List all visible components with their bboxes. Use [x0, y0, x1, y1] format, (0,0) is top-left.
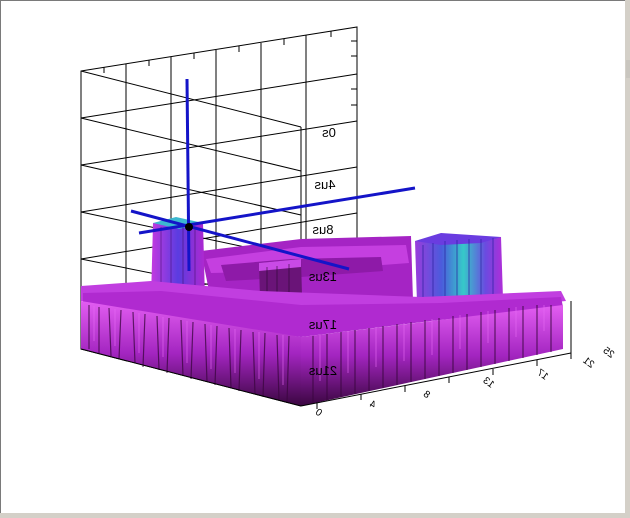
freq-tick-label: 25 [600, 345, 616, 361]
freq-tick-label: 13 [480, 375, 496, 391]
time-tick-label: 0s [322, 125, 336, 140]
freq-tick-label: 0 [313, 407, 324, 419]
time-tick-label: 17us [308, 317, 337, 332]
time-tick-label: 8us [312, 222, 333, 237]
freq-tick-label: 4 [367, 399, 378, 411]
plot-window[interactable]: 0s 4us 8us 13us 17us 21us 0 4 8 13 17 21… [0, 0, 626, 514]
3d-surface-plot[interactable]: 0s 4us 8us 13us 17us 21us 0 4 8 13 17 21… [1, 1, 625, 513]
time-tick-label: 13us [308, 269, 337, 284]
freq-tick-label: 8 [421, 389, 432, 401]
freq-tick-label: 21 [580, 355, 596, 371]
freq-tick-label: 17 [534, 367, 550, 383]
window-edge-marker [626, 60, 630, 78]
time-tick-label: 21us [308, 363, 337, 378]
window-edge-bottom [0, 513, 630, 518]
cursor-marker[interactable] [185, 223, 193, 231]
cursor-vertical-line[interactable] [185, 78, 191, 272]
peak-right [415, 233, 503, 303]
time-tick-label: 4us [314, 177, 335, 192]
